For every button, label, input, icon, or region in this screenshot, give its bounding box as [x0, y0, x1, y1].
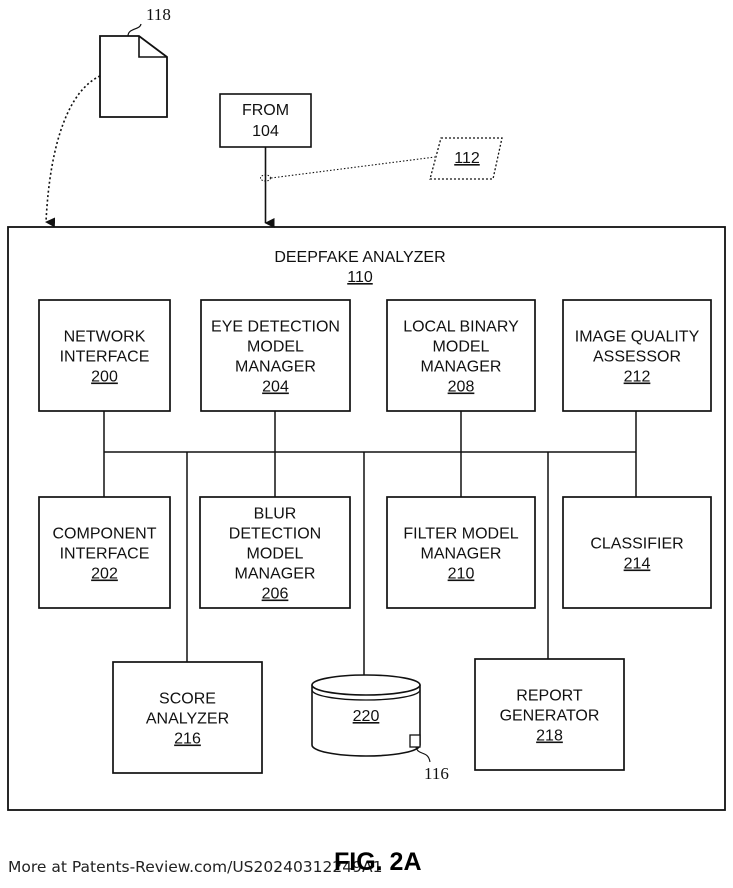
- component-interface-box: COMPONENT INTERFACE 202: [38, 496, 171, 609]
- classifier-label-line: CLASSIFIER: [590, 536, 683, 553]
- report-generator-box: REPORT GENERATOR 218: [474, 658, 625, 771]
- blur-detection-model-manager-label-line: MANAGER: [235, 566, 316, 583]
- score-analyzer-label-line: ANALYZER: [146, 711, 229, 728]
- source-box-line1: FROM: [242, 102, 289, 119]
- input-ref-label: 112: [454, 150, 480, 167]
- blur-detection-model-manager-ref: 206: [262, 586, 289, 603]
- filter-model-manager-label-line: FILTER MODEL: [403, 526, 518, 543]
- image-quality-assessor-box: IMAGE QUALITY ASSESSOR 212: [562, 299, 712, 412]
- bus-lines: [103, 411, 637, 677]
- eye-detection-model-manager-label-line: EYE DETECTION: [211, 319, 340, 336]
- source-box-line2: 104: [252, 123, 279, 140]
- image-quality-assessor-label-line: ASSESSOR: [593, 349, 681, 366]
- figure-label: FIG. 2A: [334, 848, 422, 876]
- local-binary-model-manager-label-line: MANAGER: [421, 359, 502, 376]
- network-interface-label-line: INTERFACE: [60, 349, 150, 366]
- component-interface-ref: 202: [91, 566, 118, 583]
- classifier-rect: [562, 496, 712, 609]
- image-quality-assessor-label-line: IMAGE QUALITY: [575, 329, 700, 346]
- filter-model-manager-box: FILTER MODEL MANAGER 210: [386, 496, 536, 609]
- component-interface-label-line: COMPONENT: [53, 526, 157, 543]
- report-generator-label-line: GENERATOR: [500, 708, 600, 725]
- local-binary-model-manager-ref: 208: [448, 379, 475, 396]
- component-interface-label-line: INTERFACE: [60, 546, 150, 563]
- database-ref: 220: [353, 708, 380, 725]
- document-ref-label: 118: [146, 5, 171, 24]
- network-interface-ref: 200: [91, 369, 118, 386]
- database-item: [409, 734, 421, 748]
- container-ref: 110: [347, 269, 373, 286]
- filter-model-manager-ref: 210: [448, 566, 475, 583]
- score-analyzer-label-line: SCORE: [159, 691, 216, 708]
- container-title: DEEPFAKE ANALYZER: [274, 249, 445, 266]
- image-quality-assessor-ref: 212: [624, 369, 651, 386]
- classifier-box: CLASSIFIER 214: [562, 496, 712, 609]
- network-interface-box: NETWORK INTERFACE 200: [38, 299, 171, 412]
- eye-detection-model-manager-label-line: MODEL: [247, 339, 304, 356]
- report-generator-label-line: REPORT: [516, 688, 583, 705]
- source-attribution: More at Patents-Review.com/US20240312249…: [8, 858, 383, 876]
- deepfake-analyzer-diagram: 118 FROM 104 112 DEEPFAKE ANALYZER 110 N…: [7, 5, 726, 811]
- database-item-leader: [415, 746, 431, 763]
- blur-detection-model-manager-label-line: DETECTION: [229, 526, 321, 543]
- document-input-arrow: [45, 75, 101, 228]
- report-generator-ref: 218: [536, 728, 563, 745]
- classifier-ref: 214: [624, 556, 651, 573]
- database-item-ref: 116: [424, 764, 449, 783]
- blur-detection-model-manager-label-line: BLUR: [254, 506, 297, 523]
- local-binary-model-manager-label-line: LOCAL BINARY: [403, 319, 519, 336]
- input-ref-leader: [270, 156, 436, 179]
- blur-detection-model-manager-label-line: MODEL: [247, 546, 304, 563]
- blur-detection-model-manager-box: BLUR DETECTION MODEL MANAGER 206: [199, 496, 351, 609]
- eye-detection-model-manager-label-line: MANAGER: [235, 359, 316, 376]
- eye-detection-model-manager-ref: 204: [262, 379, 289, 396]
- local-binary-model-manager-box: LOCAL BINARY MODEL MANAGER 208: [386, 299, 536, 412]
- document-icon: [99, 35, 168, 118]
- score-analyzer-box: SCORE ANALYZER 216: [112, 661, 263, 774]
- eye-detection-model-manager-box: EYE DETECTION MODEL MANAGER 204: [200, 299, 351, 412]
- local-binary-model-manager-label-line: MODEL: [433, 339, 490, 356]
- network-interface-label-line: NETWORK: [64, 329, 146, 346]
- score-analyzer-ref: 216: [174, 731, 201, 748]
- filter-model-manager-label-line: MANAGER: [421, 546, 502, 563]
- document-ref-leader: [127, 23, 142, 37]
